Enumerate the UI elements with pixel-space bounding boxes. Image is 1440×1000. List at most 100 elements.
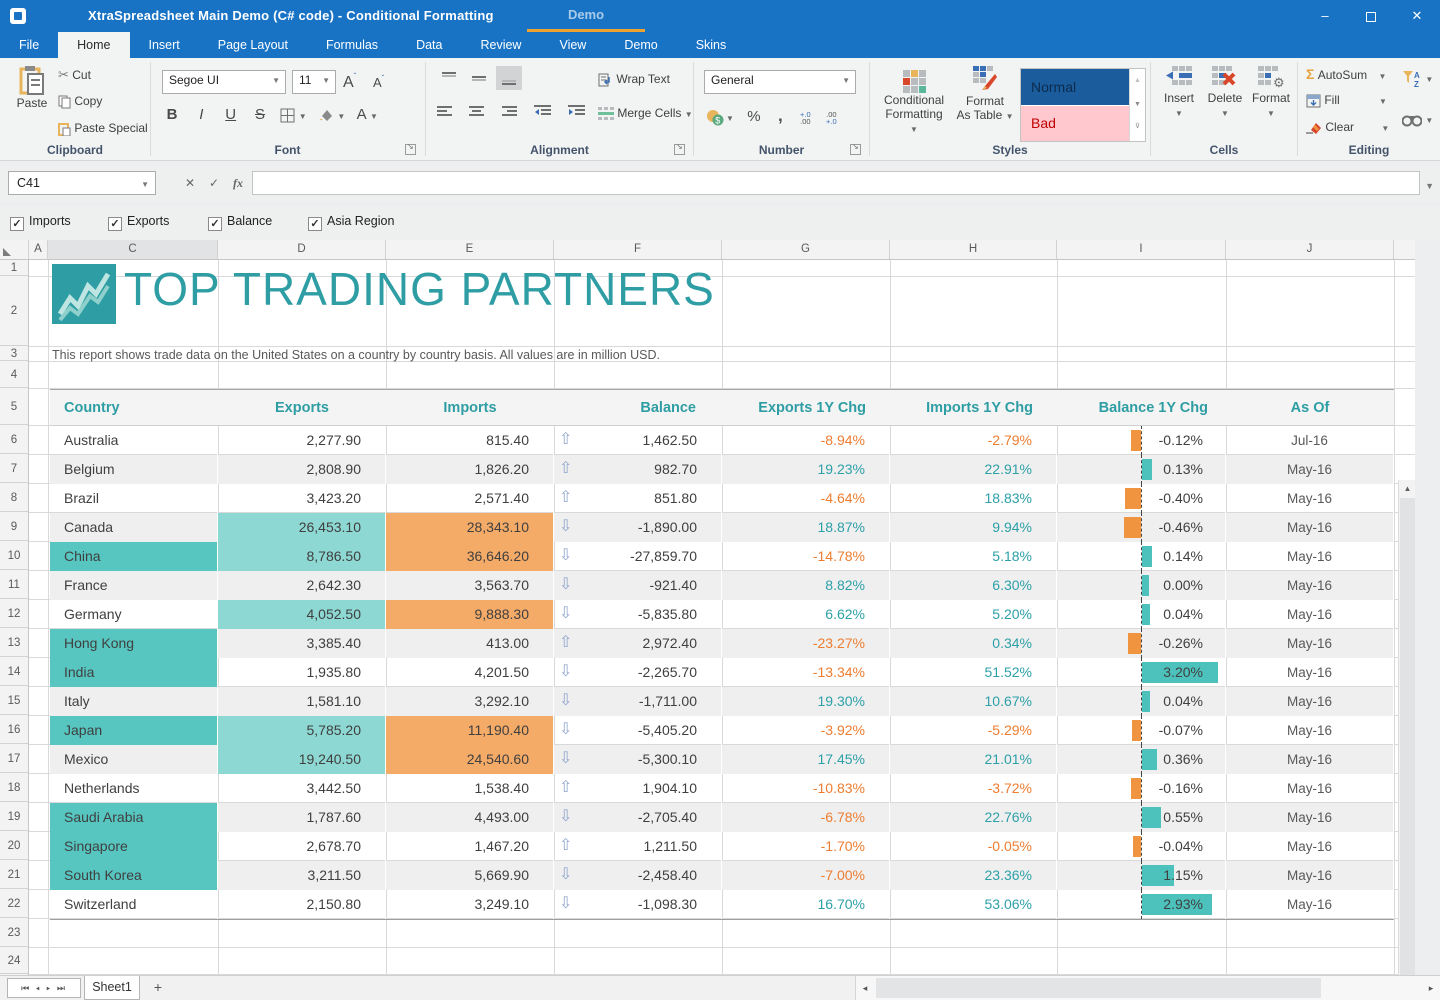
cell-imports-1y-chg[interactable]: 53.06% bbox=[890, 890, 1057, 919]
decrease-indent-button[interactable] bbox=[533, 108, 552, 122]
increase-indent-button[interactable] bbox=[567, 108, 586, 122]
sheet-tab-sheet1[interactable]: Sheet1 bbox=[84, 976, 140, 1000]
cell-balance-1y-chg[interactable]: 3.20% bbox=[1057, 658, 1226, 687]
cell-as-of[interactable]: May-16 bbox=[1226, 745, 1394, 774]
cell-imports[interactable]: 4,493.00 bbox=[386, 803, 554, 832]
cell-country[interactable]: Mexico bbox=[50, 745, 218, 774]
cell-exports-1y-chg[interactable]: 19.30% bbox=[722, 687, 890, 716]
cell-as-of[interactable]: May-16 bbox=[1226, 861, 1394, 890]
column-header-E[interactable]: E bbox=[386, 240, 554, 259]
cell-country[interactable]: Singapore bbox=[50, 832, 218, 861]
increase-decimal-button[interactable]: +.0.00 bbox=[800, 111, 811, 125]
cell-imports-1y-chg[interactable]: 5.20% bbox=[890, 600, 1057, 629]
row-header-9[interactable]: 9 bbox=[0, 513, 28, 541]
cell-as-of[interactable]: May-16 bbox=[1226, 600, 1394, 629]
cell-balance[interactable]: ⇩-1,098.30 bbox=[554, 890, 722, 919]
column-header-H[interactable]: H bbox=[890, 240, 1057, 259]
comma-style-button[interactable]: , bbox=[778, 106, 783, 125]
fill-button[interactable]: Fill ▼ bbox=[1306, 93, 1387, 108]
conditional-formatting-button[interactable]: ConditionalFormatting ▼ bbox=[884, 66, 944, 135]
cell-as-of[interactable]: May-16 bbox=[1226, 803, 1394, 832]
checkbox-icon[interactable]: ✓ bbox=[308, 217, 322, 231]
cell-balance-1y-chg[interactable]: 2.93% bbox=[1057, 890, 1226, 919]
cell-balance[interactable]: ⇩-2,458.40 bbox=[554, 861, 722, 890]
percent-style-button[interactable]: % bbox=[747, 108, 760, 125]
cell-country[interactable]: India bbox=[50, 658, 218, 687]
cell-as-of[interactable]: Jul-16 bbox=[1226, 426, 1394, 455]
cell-country[interactable]: Saudi Arabia bbox=[50, 803, 218, 832]
ribbon-tab-formulas[interactable]: Formulas bbox=[307, 32, 397, 58]
cell-balance-1y-chg[interactable]: 0.00% bbox=[1057, 571, 1226, 600]
cell-balance-1y-chg[interactable]: -0.40% bbox=[1057, 484, 1226, 513]
align-top-button[interactable] bbox=[440, 70, 458, 89]
cell-exports-1y-chg[interactable]: 18.87% bbox=[722, 513, 890, 542]
cell-as-of[interactable]: May-16 bbox=[1226, 513, 1394, 542]
add-sheet-button[interactable]: + bbox=[148, 976, 168, 1000]
font-dialog-launcher[interactable] bbox=[405, 144, 416, 155]
cell-exports[interactable]: 3,442.50 bbox=[218, 774, 386, 803]
cell-imports-1y-chg[interactable]: 51.52% bbox=[890, 658, 1057, 687]
checkbox-icon[interactable]: ✓ bbox=[208, 217, 222, 231]
cell-balance-1y-chg[interactable]: 0.55% bbox=[1057, 803, 1226, 832]
cell-country[interactable]: Germany bbox=[50, 600, 218, 629]
ribbon-tab-view[interactable]: View bbox=[540, 32, 605, 58]
borders-button[interactable]: ▼ bbox=[280, 108, 306, 122]
cell-balance-1y-chg[interactable]: -0.12% bbox=[1057, 426, 1226, 455]
select-all-corner[interactable] bbox=[0, 240, 29, 259]
cell-exports[interactable]: 4,052.50 bbox=[218, 600, 386, 629]
cell-exports[interactable]: 19,240.50 bbox=[218, 745, 386, 774]
row-header-13[interactable]: 13 bbox=[0, 629, 28, 657]
cell-as-of[interactable]: May-16 bbox=[1226, 571, 1394, 600]
format-cells-button[interactable]: ⚙ Format▼ bbox=[1249, 66, 1293, 119]
cell-balance[interactable]: ⇩-1,711.00 bbox=[554, 687, 722, 716]
cell-exports-1y-chg[interactable]: -1.70% bbox=[722, 832, 890, 861]
cell-exports-1y-chg[interactable]: 6.62% bbox=[722, 600, 890, 629]
cell-balance-1y-chg[interactable]: 0.04% bbox=[1057, 687, 1226, 716]
cell-exports-1y-chg[interactable]: -4.64% bbox=[722, 484, 890, 513]
row-header-17[interactable]: 17 bbox=[0, 745, 28, 773]
column-header-A[interactable]: A bbox=[29, 240, 48, 259]
cell-balance-1y-chg[interactable]: 0.36% bbox=[1057, 745, 1226, 774]
row-header-18[interactable]: 18 bbox=[0, 774, 28, 802]
ribbon-tab-demo[interactable]: Demo bbox=[605, 32, 676, 58]
cell-exports-1y-chg[interactable]: -14.78% bbox=[722, 542, 890, 571]
align-left-button[interactable] bbox=[436, 108, 453, 122]
cancel-formula-button[interactable]: ✕ bbox=[178, 171, 202, 195]
column-header-G[interactable]: G bbox=[722, 240, 890, 259]
cell-country[interactable]: China bbox=[50, 542, 218, 571]
scroll-right-icon[interactable]: ▸ bbox=[1422, 976, 1440, 1000]
cell-balance-1y-chg[interactable]: 0.14% bbox=[1057, 542, 1226, 571]
strikethrough-button[interactable]: S bbox=[247, 106, 273, 123]
scroll-left-icon[interactable]: ◂ bbox=[856, 976, 874, 1000]
cell-imports[interactable]: 3,249.10 bbox=[386, 890, 554, 919]
vertical-scrollbar[interactable]: ▲ bbox=[1398, 480, 1415, 975]
row-header-3[interactable]: 3 bbox=[0, 347, 28, 361]
cell-as-of[interactable]: May-16 bbox=[1226, 455, 1394, 484]
cell-as-of[interactable]: May-16 bbox=[1226, 832, 1394, 861]
cell-country[interactable]: Belgium bbox=[50, 455, 218, 484]
row-header-6[interactable]: 6 bbox=[0, 426, 28, 454]
cell-styles-gallery[interactable]: Normal Bad ▲▼⊽ bbox=[1020, 68, 1146, 142]
delete-cells-button[interactable]: Delete▼ bbox=[1203, 66, 1247, 119]
cell-balance-1y-chg[interactable]: -0.46% bbox=[1057, 513, 1226, 542]
row-header-22[interactable]: 22 bbox=[0, 890, 28, 918]
cell-imports[interactable]: 1,826.20 bbox=[386, 455, 554, 484]
number-format-select[interactable]: General▼ bbox=[704, 70, 856, 94]
grow-font-button[interactable]: Aˆ bbox=[343, 72, 356, 92]
style-bad[interactable]: Bad bbox=[1021, 106, 1129, 141]
cut-button[interactable]: ✂ Cut bbox=[58, 67, 91, 83]
cell-exports[interactable]: 5,785.20 bbox=[218, 716, 386, 745]
cell-country[interactable]: Switzerland bbox=[50, 890, 218, 919]
insert-function-button[interactable]: fx bbox=[226, 171, 250, 195]
cell-exports-1y-chg[interactable]: -3.92% bbox=[722, 716, 890, 745]
cell-balance[interactable]: ⇩-27,859.70 bbox=[554, 542, 722, 571]
cell-balance[interactable]: ⇧1,211.50 bbox=[554, 832, 722, 861]
cell-balance[interactable]: ⇩-2,705.40 bbox=[554, 803, 722, 832]
cell-balance[interactable]: ⇩-1,890.00 bbox=[554, 513, 722, 542]
cell-exports[interactable]: 2,808.90 bbox=[218, 455, 386, 484]
ribbon-tab-skins[interactable]: Skins bbox=[677, 32, 746, 58]
filter-checkbox-asia-region[interactable]: ✓Asia Region bbox=[308, 214, 394, 232]
number-dialog-launcher[interactable] bbox=[850, 144, 861, 155]
cell-exports[interactable]: 1,935.80 bbox=[218, 658, 386, 687]
column-header-J[interactable]: J bbox=[1226, 240, 1394, 259]
